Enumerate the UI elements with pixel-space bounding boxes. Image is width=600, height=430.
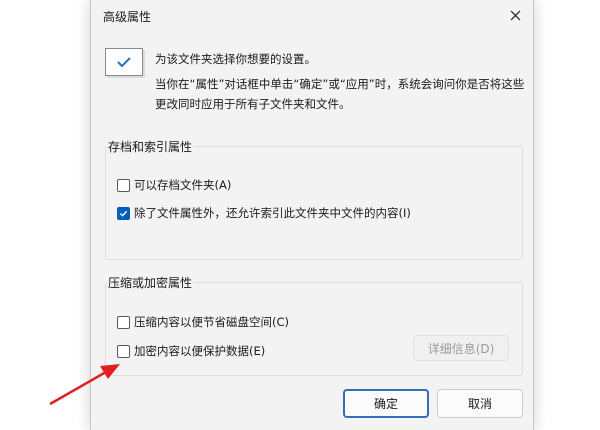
archive-index-legend: 存档和索引属性 <box>107 138 194 155</box>
compress-checkbox[interactable]: 压缩内容以便节省磁盘空间(C) <box>117 314 289 330</box>
dialog-title: 高级属性 <box>103 10 152 24</box>
archive-checkbox[interactable]: 可以存档文件夹(A) <box>117 177 231 193</box>
cancel-button[interactable]: 取消 <box>437 389 523 418</box>
ok-button[interactable]: 确定 <box>343 389 429 418</box>
checkmark-icon <box>119 210 128 217</box>
compress-encrypt-legend: 压缩或加密属性 <box>107 274 194 291</box>
index-checkbox[interactable]: 除了文件属性外，还允许索引此文件夹中文件的内容(I) <box>117 205 411 221</box>
encrypt-checkbox[interactable]: 加密内容以便保护数据(E) <box>117 343 265 359</box>
archive-checkbox-box[interactable] <box>117 178 130 192</box>
folder-settings-icon <box>105 48 143 76</box>
index-checkbox-box[interactable] <box>117 206 130 220</box>
index-checkbox-label: 除了文件属性外，还允许索引此文件夹中文件的内容(I) <box>134 206 411 220</box>
details-button[interactable]: 详细信息(D) <box>413 335 509 361</box>
archive-checkbox-label: 可以存档文件夹(A) <box>134 178 232 192</box>
title-bar: 高级属性 <box>91 0 533 30</box>
compress-checkbox-label: 压缩内容以便节省磁盘空间(C) <box>134 315 290 329</box>
encrypt-checkbox-label: 加密内容以便保护数据(E) <box>134 344 266 358</box>
close-icon <box>510 10 520 20</box>
intro-text: 为该文件夹选择你想要的设置。 <box>155 52 316 66</box>
compress-checkbox-box[interactable] <box>117 315 130 329</box>
archive-index-group <box>105 146 523 260</box>
close-button[interactable] <box>501 3 529 27</box>
encrypt-checkbox-box[interactable] <box>117 344 130 358</box>
intro-description: 当你在“属性”对话框中单击“确定”或“应用”时，系统会询问你是否将这些更改同时应… <box>155 77 525 111</box>
